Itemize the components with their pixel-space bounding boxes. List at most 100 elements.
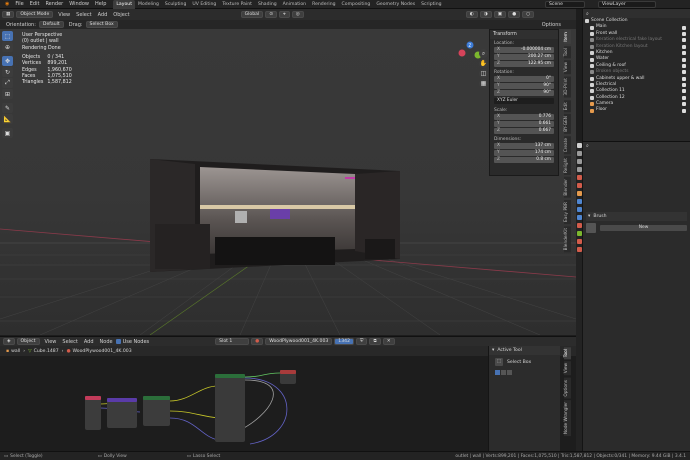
options-dropdown[interactable]: Options xyxy=(539,22,564,28)
properties-search-icon[interactable]: ⌕ xyxy=(586,143,589,149)
tab-node-options[interactable]: Options xyxy=(563,377,571,399)
outliner-filter-icon[interactable]: ⌕ xyxy=(586,11,589,17)
pivot-icon[interactable]: ⊙ xyxy=(265,11,278,18)
menu-edit[interactable]: Edit xyxy=(27,0,43,9)
exclude-checkbox[interactable] xyxy=(682,31,686,36)
tab-node-view[interactable]: View xyxy=(563,361,571,376)
tab-scripting[interactable]: Scripting xyxy=(418,0,444,9)
exclude-checkbox[interactable] xyxy=(682,95,686,100)
snap-icon[interactable]: ⌖ xyxy=(279,11,290,18)
transform-tool-icon[interactable]: ⊞ xyxy=(2,89,13,99)
select-extend-icon[interactable] xyxy=(501,370,506,375)
proportional-edit-icon[interactable]: ◎ xyxy=(291,11,304,18)
rotation-y-field[interactable]: Y 90° xyxy=(494,83,554,89)
location-x-field[interactable]: X -0.000004 cm xyxy=(494,47,554,53)
scene-selector[interactable]: Scene xyxy=(545,1,585,8)
tab-view[interactable]: View xyxy=(563,60,571,75)
scale-y-field[interactable]: Y 0.661 xyxy=(494,121,554,127)
node-menu-select[interactable]: Select xyxy=(59,339,80,345)
node-canvas[interactable] xyxy=(0,356,488,451)
exclude-checkbox[interactable] xyxy=(682,38,686,43)
dimensions-x-field[interactable]: X 137 cm xyxy=(494,143,554,149)
location-y-field[interactable]: Y 200.27 cm xyxy=(494,54,554,60)
mode-dropdown[interactable]: Object Mode xyxy=(16,11,54,18)
exclude-checkbox[interactable] xyxy=(682,102,686,107)
brush-thumbnail[interactable] xyxy=(586,223,596,233)
menu-file[interactable]: File xyxy=(12,0,26,9)
tab-tool[interactable]: Tool xyxy=(563,45,571,59)
tab-easy-pbr[interactable]: Easy PBR xyxy=(563,199,571,224)
brush-panel-header[interactable]: ▾ Brush xyxy=(586,212,687,221)
exclude-checkbox[interactable] xyxy=(682,83,686,88)
tab-node-tool[interactable]: Tool xyxy=(563,347,571,360)
visibility-icon[interactable]: ◐ xyxy=(465,11,478,18)
tab-edit[interactable]: Edit xyxy=(563,99,571,113)
scale-x-field[interactable]: X 0.776 xyxy=(494,114,554,120)
exclude-checkbox[interactable] xyxy=(682,76,686,81)
grid-view-icon[interactable]: ▦ xyxy=(479,79,488,88)
viewport-menu-object[interactable]: Object xyxy=(110,12,132,18)
select-subtract-icon[interactable] xyxy=(507,370,512,375)
select-box-tool-icon[interactable]: ⬚ xyxy=(2,31,13,41)
breadcrumb-object[interactable]: wall xyxy=(11,349,20,354)
active-tool-header[interactable]: ▾ Active Tool xyxy=(489,346,560,355)
menu-help[interactable]: Help xyxy=(92,0,109,9)
orientation-dropdown[interactable]: Default xyxy=(38,21,64,28)
menu-render[interactable]: Render xyxy=(42,0,66,9)
tab-create[interactable]: Create xyxy=(563,135,571,155)
tab-by-gen[interactable]: BY-GEN xyxy=(563,114,571,134)
view-layer-selector[interactable]: ViewLayer xyxy=(598,1,656,8)
rotation-z-field[interactable]: Z 90° xyxy=(494,90,554,96)
use-nodes-checkbox[interactable]: Use Nodes xyxy=(115,339,149,345)
viewport-menu-select[interactable]: Select xyxy=(73,12,94,18)
transform-header[interactable]: Transform xyxy=(490,30,558,39)
tab-texture-paint[interactable]: Texture Paint xyxy=(219,0,255,9)
move-tool-icon[interactable]: ✥ xyxy=(2,56,13,66)
exclude-checkbox[interactable] xyxy=(682,51,686,56)
duplicate-icon[interactable]: ⧉ xyxy=(369,338,381,345)
node-menu-node[interactable]: Node xyxy=(97,339,116,345)
tab-modeling[interactable]: Modeling xyxy=(135,0,162,9)
viewport-menu-view[interactable]: View xyxy=(55,12,73,18)
outliner-item[interactable]: Floor xyxy=(583,107,690,113)
tab-geometry-nodes[interactable]: Geometry Nodes xyxy=(373,0,418,9)
xray-icon[interactable]: ▣ xyxy=(493,11,507,18)
node-menu-add[interactable]: Add xyxy=(81,339,97,345)
viewport-menu-add[interactable]: Add xyxy=(95,12,111,18)
tab-compositing[interactable]: Compositing xyxy=(339,0,374,9)
tab-blender[interactable]: Blender xyxy=(563,177,571,198)
exclude-checkbox[interactable] xyxy=(682,70,686,75)
drag-dropdown[interactable]: Select Box xyxy=(85,21,118,28)
transform-orientation-dropdown[interactable]: Global xyxy=(240,11,264,18)
menu-window[interactable]: Window xyxy=(66,0,92,9)
cursor-tool-icon[interactable]: ⊕ xyxy=(2,42,13,52)
scale-z-field[interactable]: Z 0.667 xyxy=(494,128,554,134)
shading-solid-icon[interactable]: ● xyxy=(508,11,521,18)
rotate-tool-icon[interactable]: ↻ xyxy=(2,67,13,77)
material-sphere-icon[interactable]: ● xyxy=(251,338,264,345)
node-editor-type-button[interactable]: ◈ xyxy=(3,338,15,345)
tab-sculpting[interactable]: Sculpting xyxy=(162,0,189,9)
tab-blenderkit[interactable]: BlenderKit xyxy=(563,225,571,253)
exclude-checkbox[interactable] xyxy=(682,108,686,113)
breadcrumb-mesh[interactable]: Cube.1487 xyxy=(34,349,59,354)
active-tool-row[interactable]: ⬚ Select Box xyxy=(489,355,560,369)
tab-uv-editing[interactable]: UV Editing xyxy=(189,0,219,9)
tab-relight[interactable]: Relight xyxy=(563,156,571,176)
exclude-checkbox[interactable] xyxy=(682,89,686,94)
tab-node-wrangler[interactable]: Node Wrangler xyxy=(563,400,571,437)
shading-render-icon[interactable]: ○ xyxy=(522,11,535,18)
fake-user-icon[interactable]: ⛨ xyxy=(356,338,368,345)
new-brush-button[interactable]: New xyxy=(600,225,687,231)
location-z-field[interactable]: Z 122.95 cm xyxy=(494,61,554,67)
slot-dropdown[interactable]: Slot 1 xyxy=(215,338,250,345)
tab-3d-print[interactable]: 3D-Print xyxy=(563,76,571,98)
camera-icon[interactable]: ◫ xyxy=(479,69,488,78)
blender-logo-icon[interactable]: ◉ xyxy=(2,0,12,9)
pan-hand-icon[interactable]: ✋ xyxy=(479,59,488,68)
exclude-checkbox[interactable] xyxy=(682,44,686,49)
tab-rendering[interactable]: Rendering xyxy=(309,0,338,9)
node-menu-view[interactable]: View xyxy=(42,339,60,345)
add-cube-tool-icon[interactable]: ▣ xyxy=(2,128,13,138)
rotation-mode-dropdown[interactable]: XYZ Euler xyxy=(494,98,554,104)
